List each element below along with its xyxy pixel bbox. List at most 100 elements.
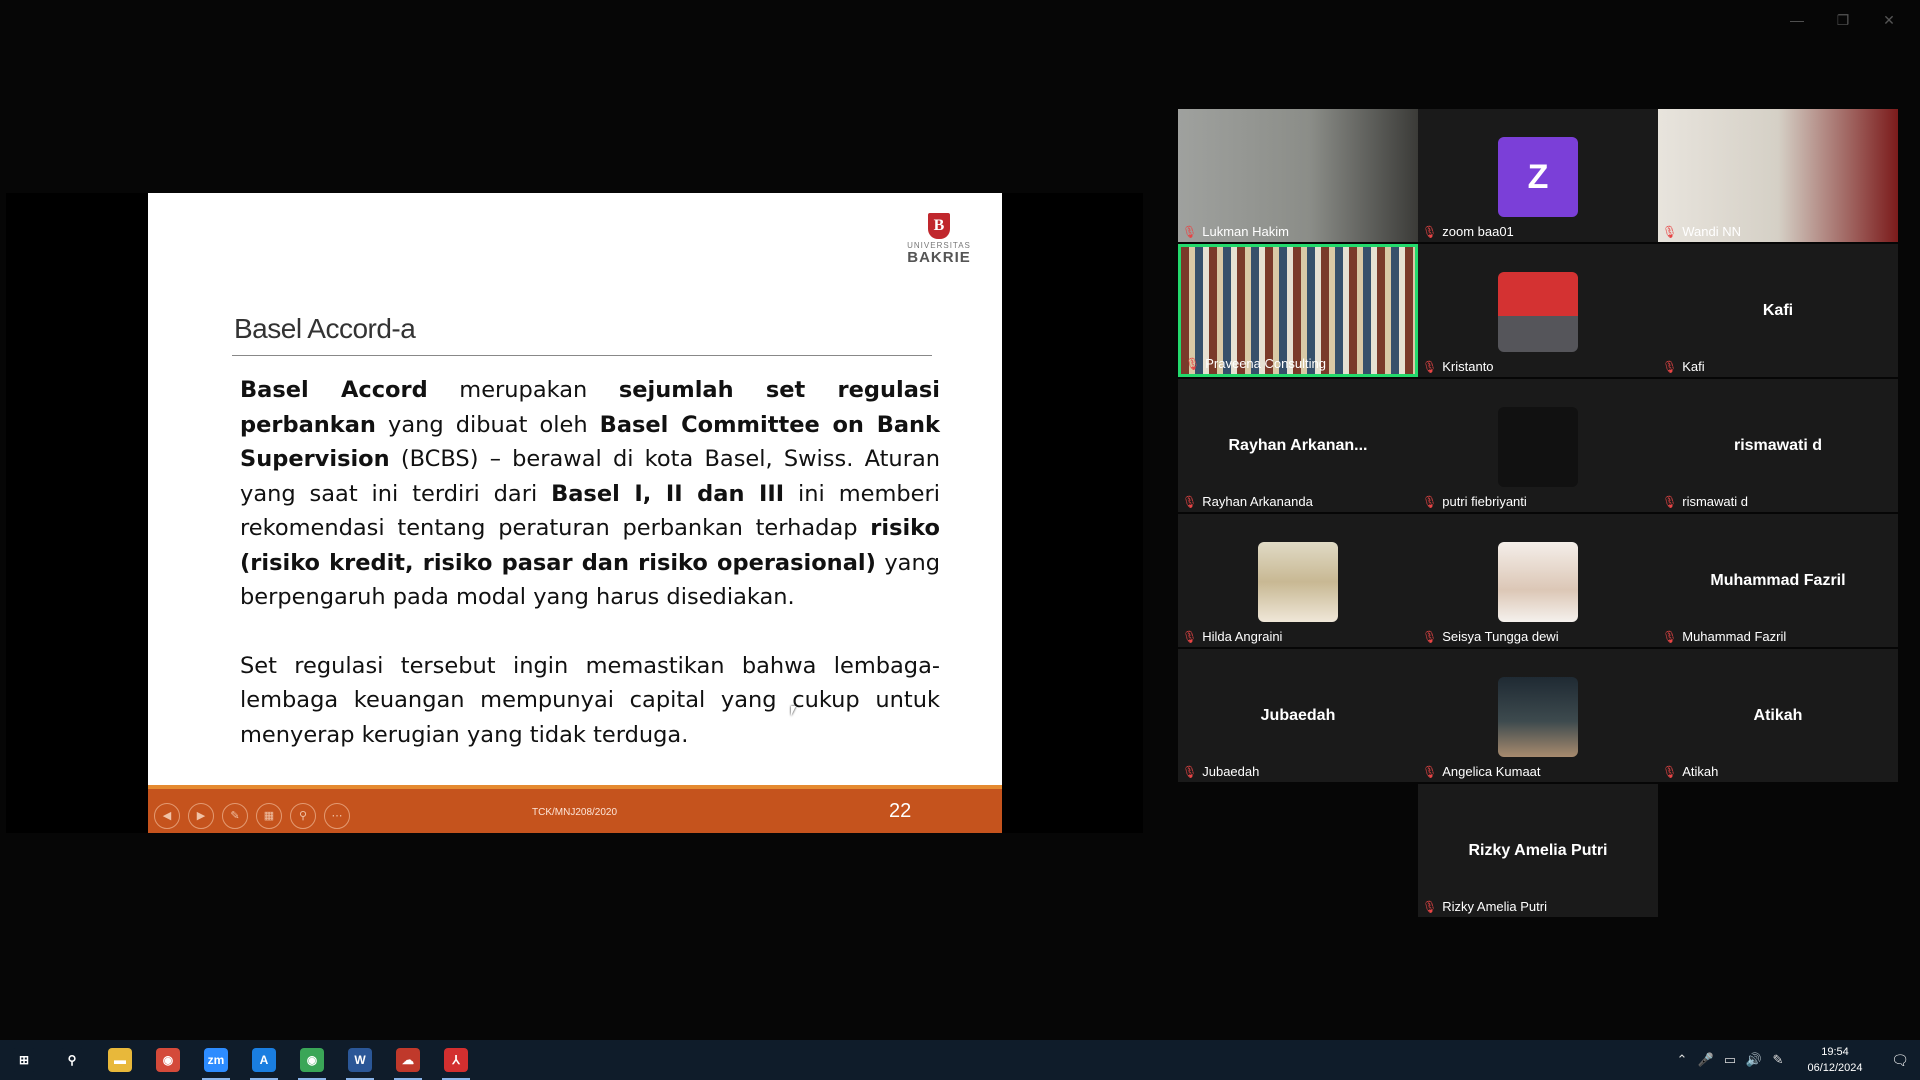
app-a-taskbar-button[interactable]: A <box>240 1040 288 1080</box>
muted-mic-icon: 🎙︎ <box>1182 629 1198 644</box>
slide-footer: ◀ ▶ ✎ ▦ ⚲ ⋯ TCK/MNJ208/2020 22 <box>148 785 1002 833</box>
acrobat-taskbar-button[interactable]: ⅄ <box>432 1040 480 1080</box>
participant-tile[interactable]: Rizky Amelia Putri 🎙︎ Rizky Amelia Putri <box>1418 784 1658 917</box>
participant-tile[interactable]: Atikah 🎙︎ Atikah <box>1658 649 1898 782</box>
participant-name-label: 🎙︎ Jubaedah <box>1182 764 1259 779</box>
course-code: TCK/MNJ208/2020 <box>532 807 618 818</box>
participant-name: Rizky Amelia Putri <box>1442 899 1547 914</box>
file-explorer-taskbar-button[interactable]: ▬ <box>96 1040 144 1080</box>
clock[interactable]: 19:54 06/12/2024 <box>1790 1044 1880 1076</box>
chevron-up-icon[interactable]: ⌃ <box>1670 1052 1694 1068</box>
text-run: merupakan <box>427 377 619 403</box>
pen-icon[interactable]: ✎ <box>1766 1052 1790 1068</box>
slides-grid-icon[interactable]: ▦ <box>256 803 282 829</box>
microphone-icon[interactable]: 🎤 <box>1694 1052 1718 1068</box>
minimize-button[interactable]: — <box>1774 8 1820 32</box>
taskbar-apps: ⊞ ⚲ ▬ ◉ zm A ◉ W ☁ ⅄ <box>0 1040 480 1080</box>
participant-name: Jubaedah <box>1202 764 1260 779</box>
word-taskbar-button[interactable]: W <box>336 1040 384 1080</box>
muted-mic-icon: 🎙︎ <box>1662 629 1678 644</box>
participant-name: Lukman Hakim <box>1202 224 1289 239</box>
bold-text: Basel I, II dan III <box>551 480 785 507</box>
participant-tile[interactable]: Rayhan Arkanan... 🎙︎ Rayhan Arkananda <box>1178 379 1418 512</box>
previous-slide-icon[interactable]: ◀ <box>154 803 180 829</box>
muted-mic-icon: 🎙︎ <box>1422 899 1438 914</box>
next-slide-icon[interactable]: ▶ <box>188 803 214 829</box>
muted-mic-icon: 🎙︎ <box>1422 224 1438 239</box>
participant-avatar <box>1498 272 1578 352</box>
muted-mic-icon: 🎙︎ <box>1662 359 1678 374</box>
app-cloud-taskbar-button[interactable]: ☁ <box>384 1040 432 1080</box>
participant-tile[interactable]: 🎙︎ Hilda Angraini <box>1178 514 1418 647</box>
participant-name-label: 🎙︎ Kafi <box>1662 359 1705 374</box>
participant-avatar <box>1498 542 1578 622</box>
pen-icon[interactable]: ✎ <box>222 803 248 829</box>
text-run: yang dibuat oleh <box>375 411 600 438</box>
participant-tile[interactable]: Jubaedah 🎙︎ Jubaedah <box>1178 649 1418 782</box>
notification-icon[interactable]: 🗨 <box>1880 1052 1920 1069</box>
zoom-icon[interactable]: ⚲ <box>290 803 316 829</box>
university-logo: B UNIVERSITAS BAKRIE <box>904 213 974 265</box>
chrome-profile-taskbar-button[interactable]: ◉ <box>288 1040 336 1080</box>
volume-icon[interactable]: 🔊 <box>1742 1052 1766 1068</box>
search-taskbar-button[interactable]: ⚲ <box>48 1040 96 1080</box>
participant-tile[interactable]: 🎙︎ Kristanto <box>1418 244 1658 377</box>
app-cloud-icon: ☁ <box>396 1048 420 1072</box>
chrome-profile-icon: ◉ <box>300 1048 324 1072</box>
participant-name-label: 🎙︎ Atikah <box>1662 764 1718 779</box>
participant-avatar <box>1498 677 1578 757</box>
participant-avatar <box>1258 542 1338 622</box>
close-button[interactable]: ✕ <box>1866 8 1912 32</box>
participant-tile[interactable]: 🎙︎ Wandi NN <box>1658 109 1898 242</box>
system-tray: ⌃ 🎤 ▭ 🔊 ✎ 19:54 06/12/2024 🗨 <box>1670 1040 1920 1080</box>
participant-name: Kafi <box>1682 359 1705 374</box>
participant-avatar: Z <box>1498 137 1578 217</box>
chrome-taskbar-button[interactable]: ◉ <box>144 1040 192 1080</box>
acrobat-icon: ⅄ <box>444 1048 468 1072</box>
participant-tile[interactable]: Z 🎙︎ zoom baa01 <box>1418 109 1658 242</box>
windows-start-taskbar-button[interactable]: ⊞ <box>0 1040 48 1080</box>
participant-tile[interactable]: 🎙︎ putri fiebriyanti <box>1418 379 1658 512</box>
participant-tile[interactable]: Kafi 🎙︎ Kafi <box>1658 244 1898 377</box>
participant-name-label: 🎙︎ rismawati d <box>1662 494 1748 509</box>
participant-name: Kristanto <box>1442 359 1494 374</box>
presentation-slide: B UNIVERSITAS BAKRIE Basel Accord-a Base… <box>148 193 1002 833</box>
participant-name: Rayhan Arkananda <box>1202 494 1313 509</box>
window-controls: — ❐ ✕ <box>1774 8 1912 32</box>
file-explorer-icon: ▬ <box>108 1048 132 1072</box>
slide-paragraph-1: Basel Accord merupakan sejumlah set regu… <box>240 373 940 615</box>
participant-name: Seisya Tungga dewi <box>1442 629 1559 644</box>
zoom-taskbar-button[interactable]: zm <box>192 1040 240 1080</box>
participant-name-label: 🎙︎ zoom baa01 <box>1422 224 1514 239</box>
clock-time: 19:54 <box>1821 1046 1849 1058</box>
search-icon: ⚲ <box>60 1048 84 1072</box>
participant-video <box>1658 109 1898 242</box>
participant-video <box>1178 109 1418 242</box>
restore-button[interactable]: ❐ <box>1820 8 1866 32</box>
participant-tile[interactable]: Muhammad Fazril 🎙︎ Muhammad Fazril <box>1658 514 1898 647</box>
participant-name-label: 🎙︎ Seisya Tungga dewi <box>1422 629 1559 644</box>
muted-mic-icon: 🎙︎ <box>1422 629 1438 644</box>
slide-paragraph-2: Set regulasi tersebut ingin memastikan b… <box>240 652 940 748</box>
participant-tile[interactable]: 🎙︎ Lukman Hakim <box>1178 109 1418 242</box>
participant-name: Hilda Angraini <box>1202 629 1283 644</box>
muted-mic-icon: 🎙︎ <box>1422 359 1438 374</box>
participant-display-name: Kafi <box>1762 302 1794 319</box>
participant-tile[interactable]: 🎙︎ Praveena Consulting <box>1178 244 1418 377</box>
participant-tile[interactable]: rismawati d 🎙︎ rismawati d <box>1658 379 1898 512</box>
muted-mic-icon: 🎙︎ <box>1185 356 1201 371</box>
windows-start-icon: ⊞ <box>12 1048 36 1072</box>
more-options-icon[interactable]: ⋯ <box>324 803 350 829</box>
participant-tile[interactable]: 🎙︎ Angelica Kumaat <box>1418 649 1658 782</box>
participant-name-label: 🎙︎ Lukman Hakim <box>1182 224 1289 239</box>
network-icon[interactable]: ▭ <box>1718 1052 1742 1068</box>
participant-tile[interactable]: 🎙︎ Seisya Tungga dewi <box>1418 514 1658 647</box>
participant-name: Wandi NN <box>1682 224 1741 239</box>
slide-page-number: 22 <box>889 800 912 822</box>
participant-display-name: Muhammad Fazril <box>1710 572 1846 589</box>
windows-taskbar: ⊞ ⚲ ▬ ◉ zm A ◉ W ☁ ⅄ ⌃ 🎤 ▭ 🔊 ✎ 19:54 06/12/2024 🗨 <box>0 1040 1920 1080</box>
chrome-icon: ◉ <box>156 1048 180 1072</box>
participant-name-label: 🎙︎ putri fiebriyanti <box>1422 494 1527 509</box>
participant-name-label: 🎙︎ Rayhan Arkananda <box>1182 494 1313 509</box>
participant-name: Angelica Kumaat <box>1442 764 1541 779</box>
